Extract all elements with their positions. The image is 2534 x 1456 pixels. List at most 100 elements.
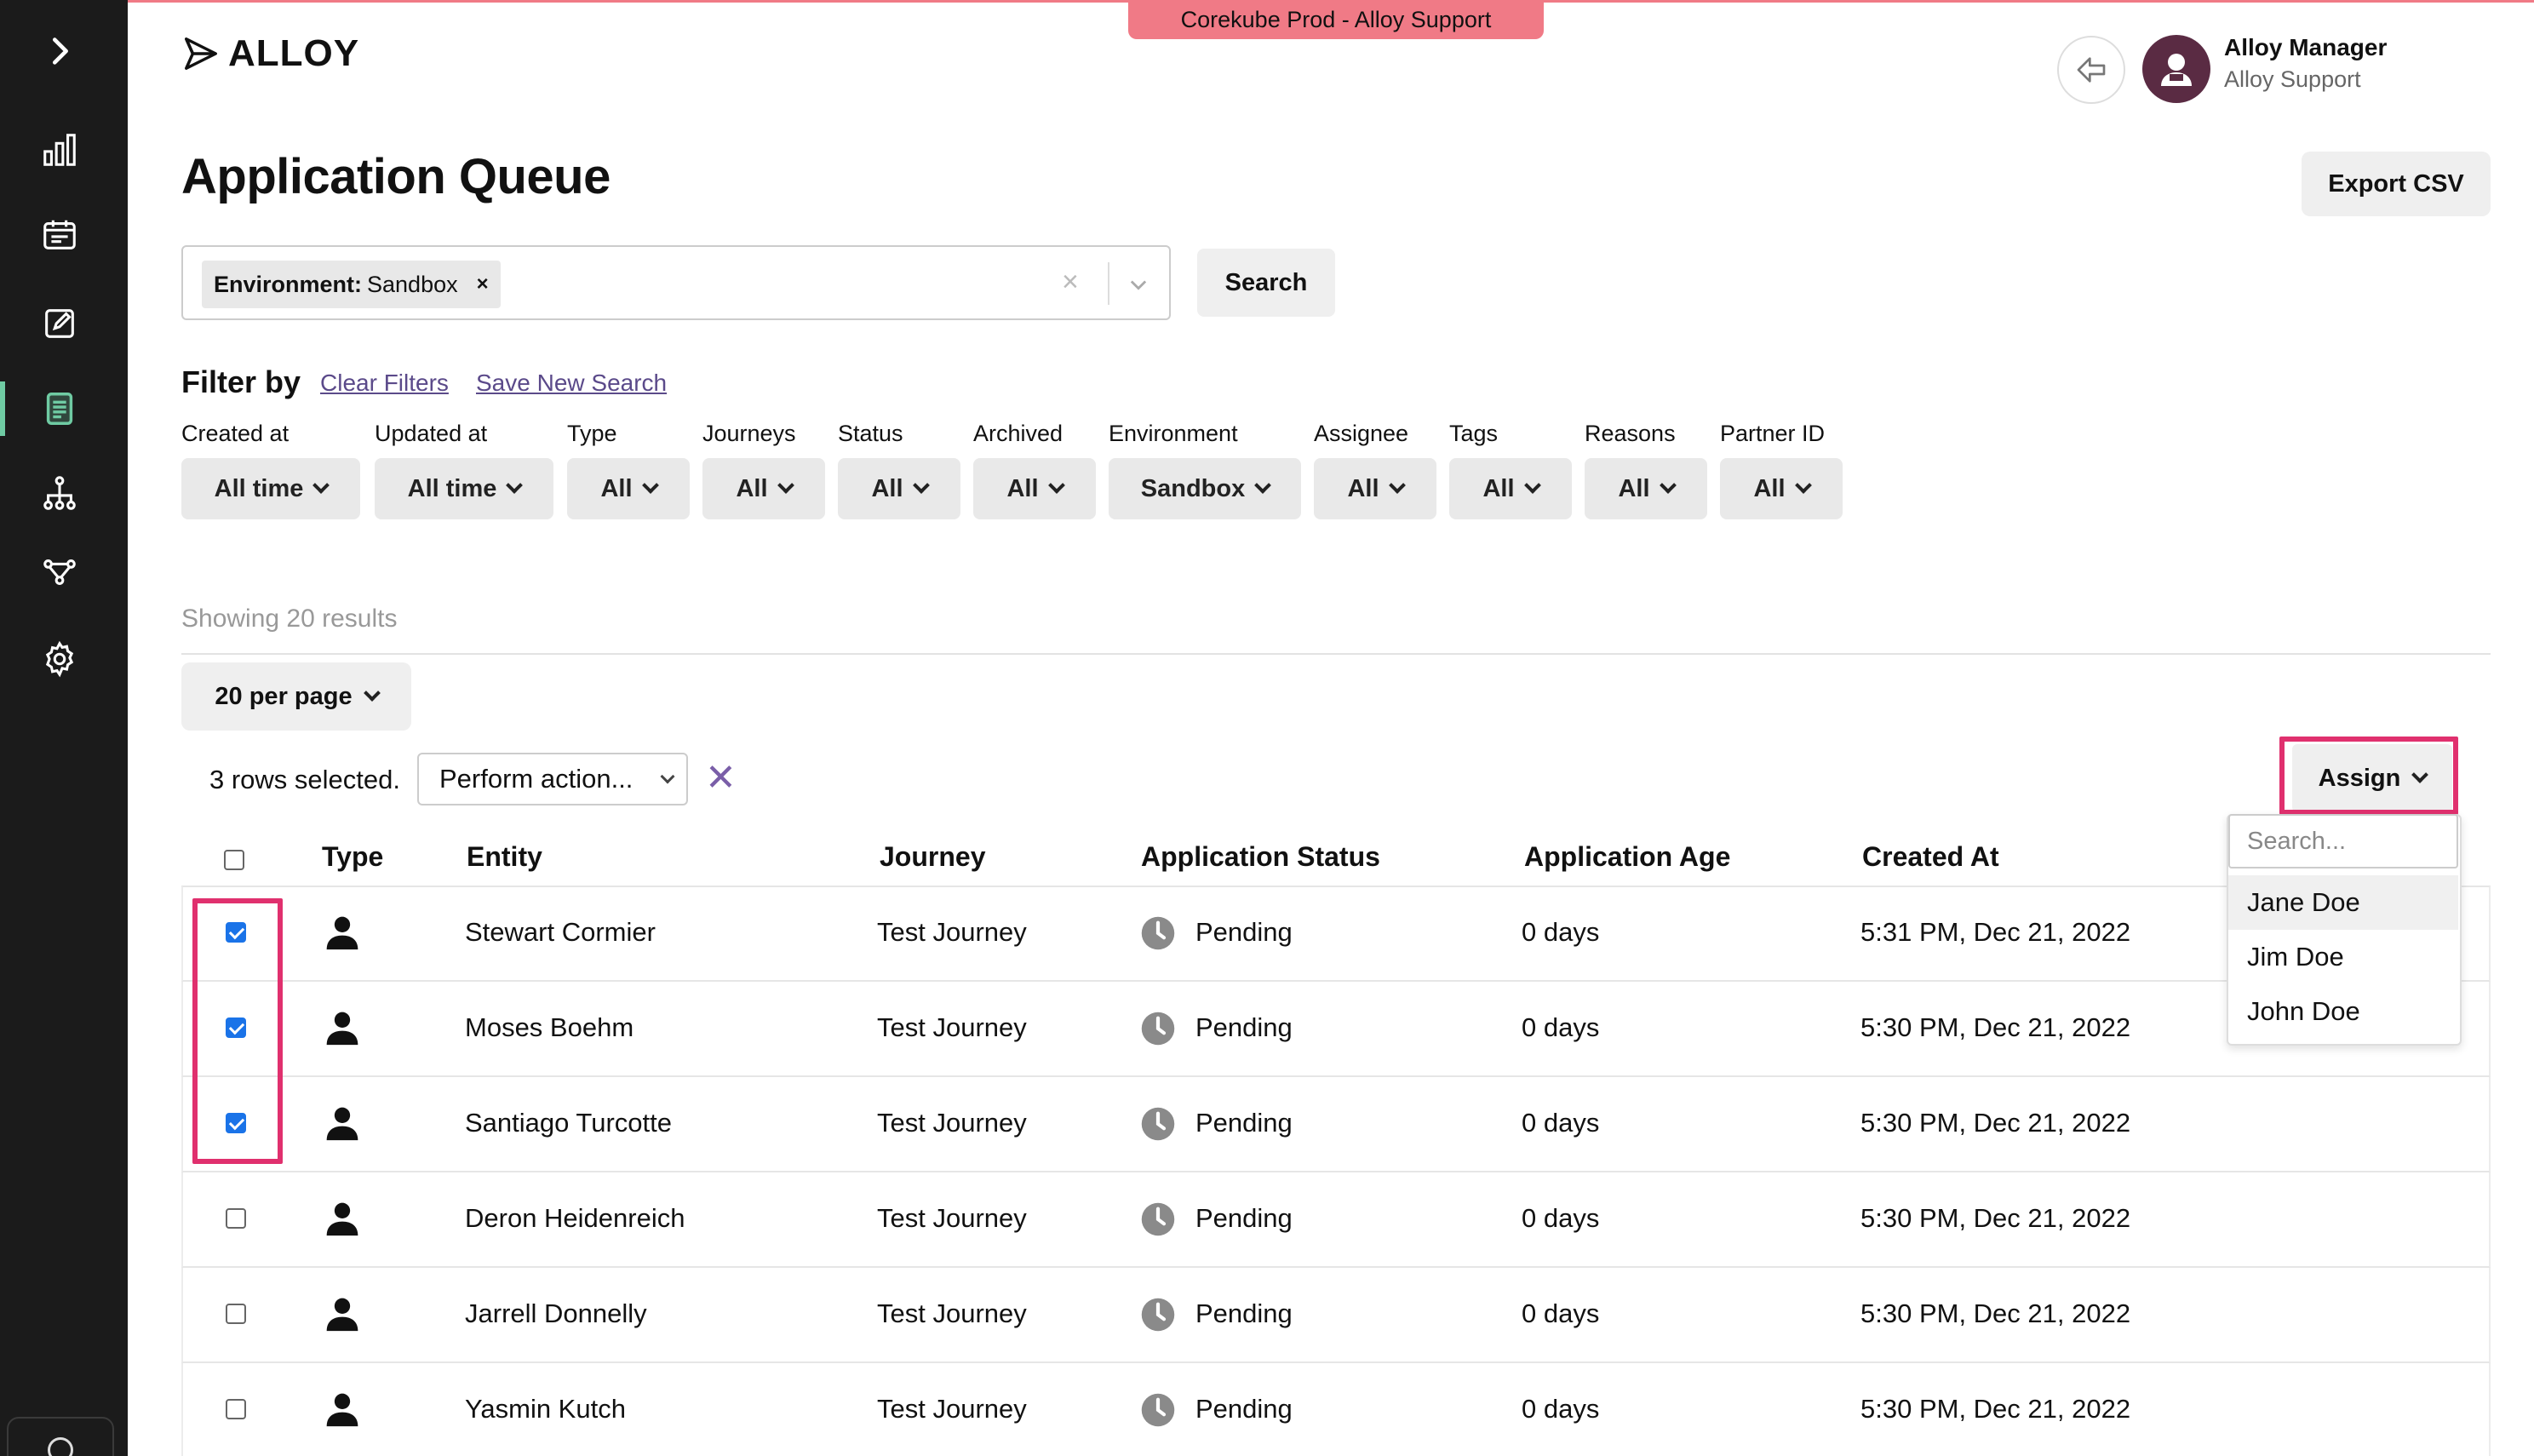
filter-created-at-dropdown[interactable]: All time — [181, 458, 360, 519]
application-status: Pending — [1195, 1298, 1293, 1328]
clear-filters-link[interactable]: Clear Filters — [320, 370, 449, 397]
search-clear-close-icon[interactable]: × — [1062, 266, 1079, 299]
back-button[interactable] — [2057, 36, 2125, 104]
chevron-down-icon — [1659, 477, 1677, 494]
column-header-type[interactable]: Type — [322, 841, 383, 873]
entity-name[interactable]: Yasmin Kutch — [465, 1394, 626, 1424]
filter-label: Type — [567, 421, 617, 446]
filter-value: All — [1347, 474, 1379, 502]
table-row[interactable]: Jarrell Donnelly Test Journey Pending 0 day… — [181, 1268, 2491, 1363]
filter-journeys-dropdown[interactable]: All — [702, 458, 825, 519]
journey-name: Test Journey — [877, 1203, 1027, 1233]
filter-partner-id-dropdown[interactable]: All — [1720, 458, 1843, 519]
person-icon — [326, 1012, 358, 1046]
search-input[interactable]: Environment: Sandbox × × — [181, 245, 1171, 320]
entity-name[interactable]: Jarrell Donnelly — [465, 1298, 647, 1329]
application-age: 0 days — [1522, 917, 1600, 947]
entity-name[interactable]: Stewart Cormier — [465, 917, 656, 948]
sidebar-item-analytics-bar-chart-icon[interactable] — [26, 116, 94, 184]
row-checkbox[interactable] — [226, 1304, 246, 1324]
column-header-journey[interactable]: Journey — [880, 841, 985, 873]
chip-value: Sandbox — [367, 271, 458, 297]
filter-chip-environment: Environment: Sandbox × — [202, 261, 501, 308]
filter-updated-at-dropdown[interactable]: All time — [375, 458, 553, 519]
filter-type-dropdown[interactable]: All — [567, 458, 690, 519]
person-icon — [326, 1298, 358, 1332]
sidebar-item-inbox-icon[interactable] — [26, 201, 94, 269]
sidebar-expand-chevron-right-icon[interactable] — [26, 17, 94, 85]
table-row[interactable]: Stewart Cormier Test Journey Pending 0 days… — [181, 886, 2491, 982]
filter-value: All — [1482, 474, 1515, 502]
clock-icon — [1141, 1393, 1175, 1427]
per-page-dropdown[interactable]: 20 per page — [181, 662, 411, 731]
application-age: 0 days — [1522, 1012, 1600, 1042]
filter-archived: Archived All — [973, 421, 1096, 519]
filter-label: Environment — [1109, 421, 1238, 446]
assign-search-input[interactable] — [2228, 814, 2458, 868]
perform-action-select[interactable]: Perform action... — [417, 753, 688, 805]
sidebar — [0, 0, 128, 1456]
filter-assignee-dropdown[interactable]: All — [1314, 458, 1436, 519]
assign-option[interactable]: John Doe — [2228, 984, 2458, 1039]
clear-selection-close-icon[interactable]: ✕ — [705, 756, 737, 800]
user-avatar-icon — [2161, 54, 2192, 86]
chevron-down-icon — [912, 477, 930, 494]
save-new-search-link[interactable]: Save New Search — [476, 370, 667, 397]
entity-name[interactable]: Santiago Turcotte — [465, 1108, 672, 1138]
filter-created-at: Created at All time — [181, 421, 360, 519]
brand-name: ALLOY — [228, 32, 360, 74]
table-row[interactable]: Santiago Turcotte Test Journey Pending 0 da… — [181, 1077, 2491, 1172]
journey-name: Test Journey — [877, 1298, 1027, 1328]
entity-name[interactable]: Moses Boehm — [465, 1012, 634, 1043]
row-checkbox[interactable] — [226, 1399, 246, 1419]
filter-label: Status — [838, 421, 903, 446]
chip-remove-close-icon[interactable]: × — [477, 272, 489, 296]
column-header-entity[interactable]: Entity — [467, 841, 542, 873]
table-row[interactable]: Yasmin Kutch Test Journey Pending 0 days 5:3… — [181, 1363, 2491, 1456]
chevron-down-icon — [363, 685, 381, 702]
journey-name: Test Journey — [877, 1394, 1027, 1424]
entity-name[interactable]: Deron Heidenreich — [465, 1203, 685, 1234]
application-age: 0 days — [1522, 1108, 1600, 1138]
clock-icon — [1141, 1107, 1175, 1141]
filter-reasons: Reasons All — [1585, 421, 1707, 519]
search-button[interactable]: Search — [1197, 249, 1335, 317]
filter-environment-dropdown[interactable]: Sandbox — [1109, 458, 1301, 519]
journey-name: Test Journey — [877, 1012, 1027, 1042]
column-header-created-at[interactable]: Created At — [1862, 841, 1999, 873]
filter-label: Archived — [973, 421, 1063, 446]
clock-icon — [1141, 1202, 1175, 1236]
help-button[interactable] — [7, 1417, 114, 1456]
column-header-application-age[interactable]: Application Age — [1524, 841, 1730, 873]
sidebar-item-hierarchy-icon[interactable] — [26, 460, 94, 528]
filter-journeys: Journeys All — [702, 421, 825, 519]
filter-label: Partner ID — [1720, 421, 1826, 446]
export-csv-button[interactable]: Export CSV — [2302, 152, 2491, 216]
created-at: 5:30 PM, Dec 21, 2022 — [1860, 1108, 2131, 1138]
sidebar-item-settings-gear-icon[interactable] — [26, 625, 94, 693]
sidebar-item-workflow-icon[interactable] — [26, 538, 94, 606]
column-header-application-status[interactable]: Application Status — [1141, 841, 1380, 873]
filter-partner-id: Partner ID All — [1720, 421, 1843, 519]
application-status: Pending — [1195, 1394, 1293, 1424]
filter-tags-dropdown[interactable]: All — [1449, 458, 1572, 519]
table-row[interactable]: Moses Boehm Test Journey Pending 0 days 5:30… — [181, 982, 2491, 1077]
user-avatar[interactable] — [2142, 35, 2210, 103]
chevron-down-icon — [777, 477, 794, 494]
person-icon — [326, 1107, 358, 1141]
filter-archived-dropdown[interactable]: All — [973, 458, 1096, 519]
assign-option[interactable]: Jim Doe — [2228, 930, 2458, 984]
sidebar-item-applications-document-icon[interactable] — [26, 375, 94, 443]
sidebar-item-edit-icon[interactable] — [26, 289, 94, 358]
filter-status-dropdown[interactable]: All — [838, 458, 960, 519]
filter-label: Updated at — [375, 421, 488, 446]
table-row[interactable]: Deron Heidenreich Test Journey Pending 0 da… — [181, 1172, 2491, 1268]
chevron-down-icon — [1794, 477, 1812, 494]
row-checkbox[interactable] — [226, 1208, 246, 1229]
filter-updated-at: Updated at All time — [375, 421, 553, 519]
search-dropdown-chevron-down-icon[interactable] — [1127, 272, 1150, 301]
assign-option[interactable]: Jane Doe — [2228, 875, 2458, 930]
select-all-checkbox[interactable] — [224, 850, 244, 870]
filter-reasons-dropdown[interactable]: All — [1585, 458, 1707, 519]
filter-value: All — [1753, 474, 1786, 502]
